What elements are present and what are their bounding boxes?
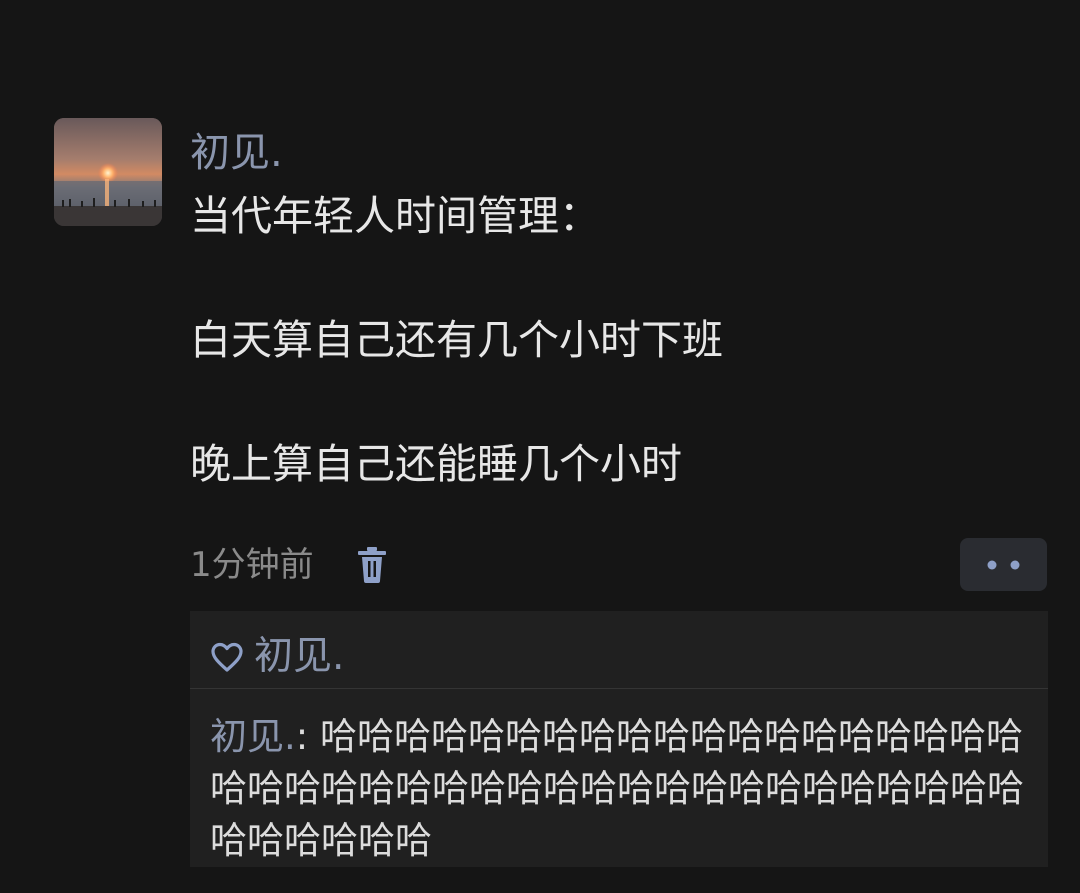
trash-icon[interactable]	[356, 546, 388, 584]
post-content-line: 当代年轻人时间管理：	[190, 192, 600, 240]
post-content-line: 晚上算自己还能睡几个小时	[190, 440, 682, 488]
more-dots-icon	[987, 560, 1020, 570]
post-timestamp: 1分钟前	[190, 545, 314, 585]
comment-text: 哈哈哈哈哈哈哈哈哈哈哈哈哈哈哈哈哈哈哈哈哈哈哈哈哈哈哈哈哈哈哈哈哈哈哈哈哈哈哈哈…	[210, 715, 1024, 862]
moment-post: 初见. 当代年轻人时间管理： 白天算自己还有几个小时下班 晚上算自己还能睡几个小…	[0, 0, 1080, 893]
liker-name[interactable]: 初见.	[254, 635, 344, 679]
post-content-line: 白天算自己还有几个小时下班	[190, 316, 723, 364]
comment-separator: :	[295, 715, 320, 758]
comment-author[interactable]: 初见.	[210, 715, 296, 758]
more-actions-button[interactable]	[960, 538, 1047, 591]
comment-item[interactable]: 初见.: 哈哈哈哈哈哈哈哈哈哈哈哈哈哈哈哈哈哈哈哈哈哈哈哈哈哈哈哈哈哈哈哈哈哈哈…	[210, 711, 1026, 867]
panel-divider	[190, 688, 1048, 689]
post-author-name[interactable]: 初见.	[190, 127, 283, 179]
likes-comments-panel: 初见. 初见.: 哈哈哈哈哈哈哈哈哈哈哈哈哈哈哈哈哈哈哈哈哈哈哈哈哈哈哈哈哈哈哈…	[190, 611, 1048, 867]
heart-outline-icon	[211, 642, 243, 672]
avatar[interactable]	[54, 118, 162, 226]
sunset-avatar-image	[54, 118, 162, 226]
